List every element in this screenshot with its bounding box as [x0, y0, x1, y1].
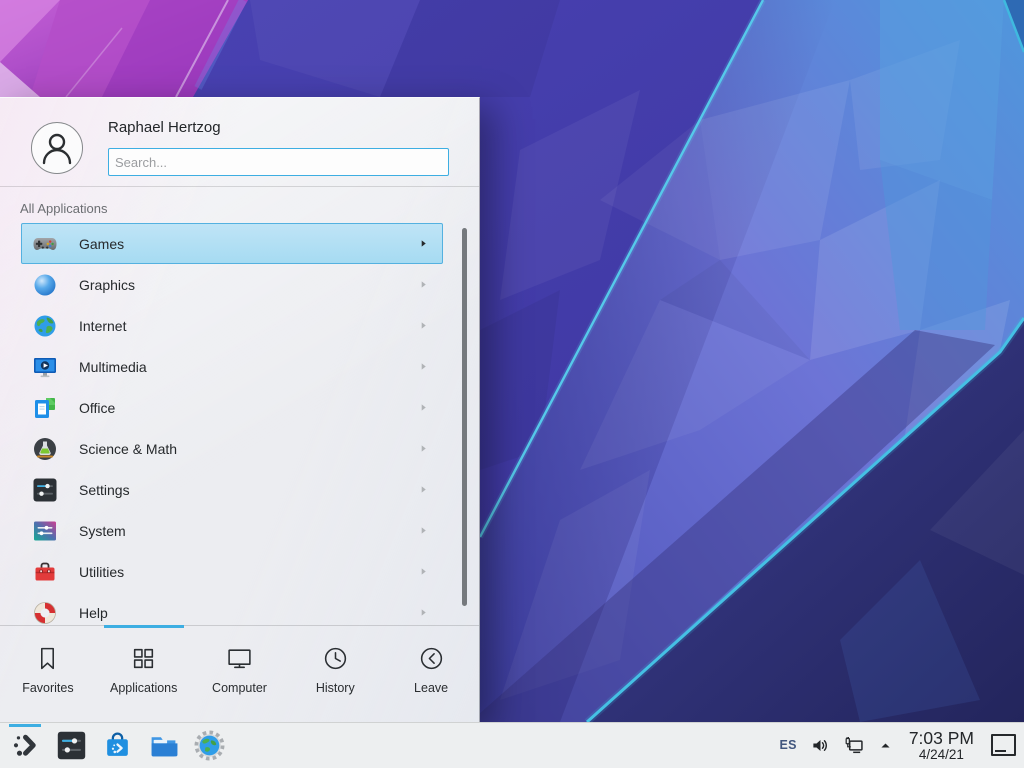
show-desktop-button[interactable] — [991, 734, 1016, 756]
tab-leave[interactable]: Leave — [383, 626, 479, 722]
desktop: Raphael Hertzog All Applications — [0, 0, 1024, 768]
office-icon — [32, 395, 58, 421]
folder-icon — [148, 730, 179, 761]
multimedia-icon — [32, 354, 58, 380]
kickoff-icon — [10, 730, 41, 761]
scrollbar[interactable] — [462, 228, 467, 606]
category-label: Graphics — [79, 277, 135, 293]
chevron-right-icon — [419, 567, 428, 576]
leave-icon — [418, 645, 445, 672]
category-label: Settings — [79, 482, 130, 498]
category-multimedia[interactable]: Multimedia — [21, 346, 443, 387]
tab-label: Computer — [212, 681, 267, 695]
toolbox-icon — [32, 559, 58, 585]
category-label: Internet — [79, 318, 126, 334]
tab-label: Favorites — [22, 681, 73, 695]
chevron-right-icon — [419, 444, 428, 453]
discover-button[interactable] — [94, 723, 140, 768]
science-icon — [32, 436, 58, 462]
category-office[interactable]: Office — [21, 387, 443, 428]
discover-bag-icon — [102, 730, 133, 761]
tab-label: Applications — [110, 681, 177, 695]
taskbar: ES — [0, 722, 1024, 768]
globe-icon — [32, 313, 58, 339]
category-label: Office — [79, 400, 115, 416]
tab-computer[interactable]: Computer — [192, 626, 288, 722]
chevron-right-icon — [419, 321, 428, 330]
application-launcher-menu: Raphael Hertzog All Applications — [0, 97, 480, 722]
digital-clock[interactable]: 7:03 PM 4/24/21 — [909, 729, 974, 762]
category-games[interactable]: Games — [21, 223, 443, 264]
system-icon — [32, 518, 58, 544]
user-icon — [35, 126, 79, 170]
expand-tray-icon[interactable] — [879, 739, 892, 752]
chevron-right-icon — [419, 403, 428, 412]
settings-icon — [32, 477, 58, 503]
category-graphics[interactable]: Graphics — [21, 264, 443, 305]
chevron-right-icon — [419, 239, 428, 248]
user-avatar[interactable] — [31, 122, 83, 174]
section-label: All Applications — [20, 201, 107, 216]
globe-gear-icon — [194, 730, 225, 761]
lifebuoy-icon — [32, 600, 58, 626]
chevron-right-icon — [419, 608, 428, 617]
category-help[interactable]: Help — [21, 592, 443, 626]
computer-icon — [226, 645, 253, 672]
tab-history[interactable]: History — [287, 626, 383, 722]
system-tray: ES — [780, 729, 1016, 762]
category-internet[interactable]: Internet — [21, 305, 443, 346]
wired-network-icon[interactable] — [844, 735, 865, 756]
category-science-math[interactable]: Science & Math — [21, 428, 443, 469]
category-label: System — [79, 523, 126, 539]
category-system[interactable]: System — [21, 510, 443, 551]
category-label: Games — [79, 236, 124, 252]
bookmark-icon — [34, 645, 61, 672]
app-grid-icon — [130, 645, 157, 672]
system-settings-button[interactable] — [48, 723, 94, 768]
system-settings-icon — [56, 730, 87, 761]
user-name: Raphael Hertzog — [108, 119, 221, 136]
web-browser-button[interactable] — [186, 723, 232, 768]
gamepad-icon — [32, 231, 58, 257]
history-clock-icon — [322, 645, 349, 672]
chevron-right-icon — [419, 485, 428, 494]
application-launcher-button[interactable] — [2, 723, 48, 768]
clock-time: 7:03 PM — [909, 729, 974, 747]
launcher-header: Raphael Hertzog — [0, 98, 479, 187]
tab-favorites[interactable]: Favorites — [0, 626, 96, 722]
category-label: Science & Math — [79, 441, 177, 457]
chevron-right-icon — [419, 362, 428, 371]
category-label: Multimedia — [79, 359, 147, 375]
tab-applications[interactable]: Applications — [96, 626, 192, 722]
search-input[interactable] — [108, 148, 449, 176]
category-list: Games Graphics — [0, 223, 479, 626]
clock-date: 4/24/21 — [919, 748, 964, 762]
tab-label: History — [316, 681, 355, 695]
category-utilities[interactable]: Utilities — [21, 551, 443, 592]
sphere-icon — [32, 272, 58, 298]
file-manager-button[interactable] — [140, 723, 186, 768]
launcher-tab-bar: Favorites Applications Computer — [0, 625, 479, 722]
chevron-right-icon — [419, 280, 428, 289]
category-settings[interactable]: Settings — [21, 469, 443, 510]
category-label: Help — [79, 605, 108, 621]
tab-label: Leave — [414, 681, 448, 695]
chevron-right-icon — [419, 526, 428, 535]
keyboard-layout-indicator[interactable]: ES — [780, 738, 797, 752]
volume-icon[interactable] — [811, 736, 830, 755]
category-label: Utilities — [79, 564, 124, 580]
